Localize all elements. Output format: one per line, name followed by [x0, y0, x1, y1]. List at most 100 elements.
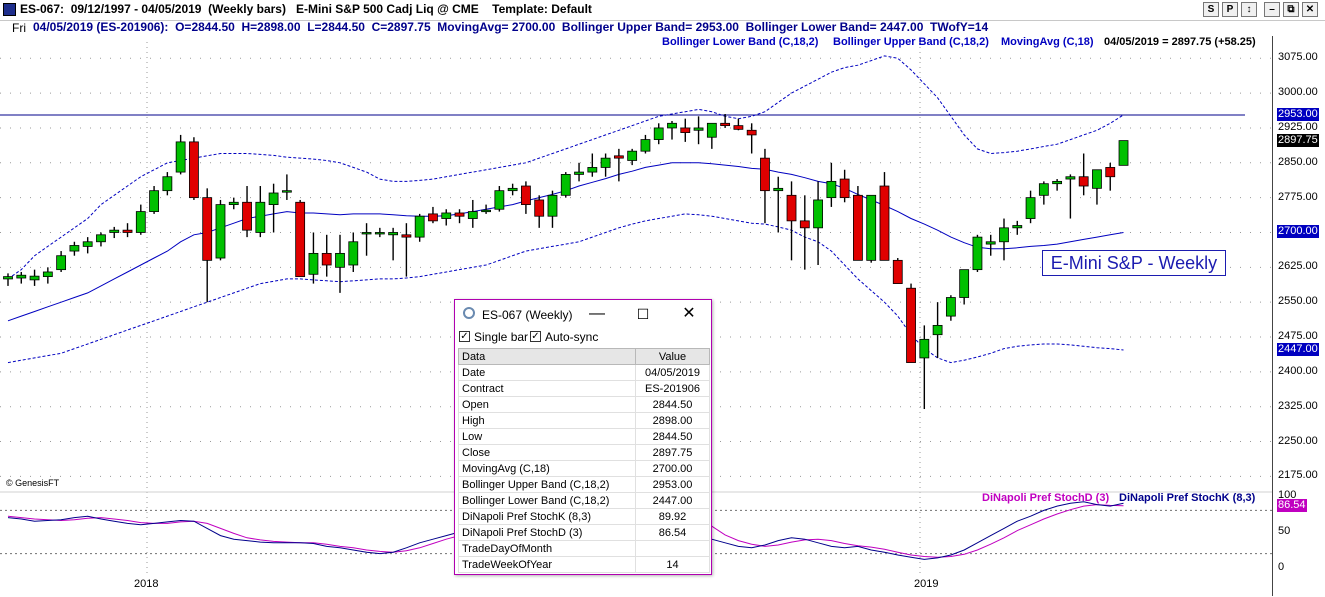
row-label: Close — [457, 444, 637, 461]
price-highlight-label: 2447.00 — [1277, 343, 1319, 357]
row-value: 2447.00 — [635, 492, 710, 509]
close-button[interactable]: ✕ — [1302, 2, 1318, 17]
table-row: Open 2844.50 — [457, 396, 710, 413]
auto-sync-checkbox[interactable]: ✓ — [530, 331, 541, 342]
price-tick-label: 2775.00 — [1278, 190, 1318, 203]
candle-up — [16, 274, 27, 279]
price-tick-label: 3000.00 — [1278, 86, 1318, 99]
magnifier-icon — [463, 307, 475, 319]
candle-up — [348, 241, 359, 266]
price-axis[interactable]: 3075.00 3000.00 2925.00 2850.00 2775.00 2700.… — [1272, 36, 1325, 596]
row-value: 2844.50 — [635, 428, 710, 445]
table-row: Close 2897.75 — [457, 444, 710, 461]
column-header-value: Value — [635, 348, 710, 365]
table-row: MovingAvg (C,18) 2700.00 — [457, 460, 710, 477]
candle-up — [281, 190, 292, 193]
candle-up — [388, 232, 399, 236]
column-header-data: Data — [457, 348, 637, 365]
candle-up — [919, 338, 930, 359]
price-tick-label: 2250.00 — [1278, 434, 1318, 447]
candle-down — [428, 213, 438, 222]
chart-window-icon — [3, 3, 16, 16]
row-label: Bollinger Lower Band (C,18,2) — [457, 492, 637, 509]
single-bar-checkbox[interactable]: ✓ — [459, 331, 470, 342]
candle-down — [189, 141, 199, 199]
candle-up — [1065, 176, 1076, 180]
row-value: 14 — [635, 556, 710, 573]
price-tick-label: 2850.00 — [1278, 155, 1318, 168]
data-window-maximize-button[interactable]: ☐ — [629, 304, 657, 324]
bar-info-text: 04/05/2019 (ES-201906): O=2844.50 H=2898… — [33, 20, 989, 34]
price-tick-label: 2175.00 — [1278, 469, 1318, 482]
data-window-options: ✓ Single bar ✓ Auto-sync — [455, 328, 711, 346]
price-tick-label: 3075.00 — [1278, 51, 1318, 64]
candle-up — [773, 187, 784, 192]
candle-up — [215, 204, 226, 259]
auto-sync-label: Auto-sync — [545, 330, 599, 344]
candle-up — [547, 194, 558, 217]
bar-day: Fri — [12, 21, 26, 35]
price-tick-label: 2475.00 — [1278, 330, 1318, 342]
candle-up — [175, 141, 186, 173]
price-tick-label: 2400.00 — [1278, 364, 1318, 377]
candle-up — [3, 276, 13, 280]
candle-up — [268, 192, 279, 206]
data-window-titlebar[interactable]: ES-067 (Weekly) — ☐ ✕ — [455, 300, 711, 328]
candle-up — [361, 232, 372, 235]
candle-down — [733, 125, 744, 130]
row-label: Open — [457, 396, 637, 413]
bar-info-line: Fri 04/05/2019 (ES-201906): O=2844.50 H=… — [0, 20, 1325, 35]
candle-down — [401, 234, 412, 238]
candle-down — [853, 194, 863, 261]
candle-up — [640, 139, 651, 152]
candle-up — [414, 215, 425, 238]
data-window-close-button[interactable]: ✕ — [675, 304, 703, 324]
stoch-tick-label: 50 — [1278, 525, 1291, 537]
single-bar-label: Single bar — [474, 330, 529, 344]
candle-down — [534, 199, 545, 217]
candle-down — [521, 185, 531, 206]
candle-down — [799, 220, 810, 229]
candle-up — [587, 167, 598, 173]
candle-up — [627, 150, 638, 161]
candle-down — [1105, 167, 1116, 178]
candle-down — [839, 178, 850, 199]
data-window-minimize-button[interactable]: — — [583, 304, 611, 324]
candle-up — [308, 252, 319, 275]
scroll-sync-button[interactable]: ↕ — [1241, 2, 1257, 17]
data-window[interactable]: ES-067 (Weekly) — ☐ ✕ ✓ Single bar ✓ Aut… — [454, 299, 712, 575]
s-button[interactable]: S — [1203, 2, 1219, 17]
candle-up — [56, 255, 67, 271]
minimize-button[interactable]: – — [1264, 2, 1280, 17]
data-table: Data Value Date 04/05/2019 Contract ES-2019… — [457, 348, 710, 573]
p-button[interactable]: P — [1222, 2, 1238, 17]
table-row: DiNapoli Pref StochK (8,3) 89.92 — [457, 508, 710, 525]
row-label: MovingAvg (C,18) — [457, 460, 637, 477]
candle-up — [69, 245, 80, 252]
row-value: 04/05/2019 — [635, 364, 710, 381]
candle-up — [985, 241, 996, 245]
candle-up — [866, 194, 877, 261]
table-row: DiNapoli Pref StochD (3) 86.54 — [457, 524, 710, 541]
candle-down — [202, 197, 213, 261]
candle-down — [680, 127, 691, 133]
year-label-2019: 2019 — [914, 578, 939, 590]
candle-up — [96, 234, 106, 243]
price-tick-label: 2925.00 — [1278, 120, 1318, 133]
row-label: TradeWeekOfYear — [457, 556, 637, 573]
candle-down — [613, 155, 624, 159]
candle-down — [1078, 176, 1089, 187]
price-tick-label: 2625.00 — [1278, 260, 1318, 273]
candle-up — [109, 229, 120, 233]
candle-down — [906, 287, 916, 363]
candle-up — [813, 199, 823, 229]
candle-up — [135, 211, 146, 233]
candle-up — [1092, 169, 1102, 189]
candle-up — [945, 297, 956, 317]
candle-up — [162, 176, 173, 192]
candle-up — [667, 122, 677, 129]
candle-up — [959, 269, 970, 298]
restore-button[interactable]: ⧉ — [1283, 2, 1299, 17]
window-title: ES-067: 09/12/1997 - 04/05/2019 (Weekly … — [20, 2, 592, 16]
candle-up — [560, 174, 571, 196]
